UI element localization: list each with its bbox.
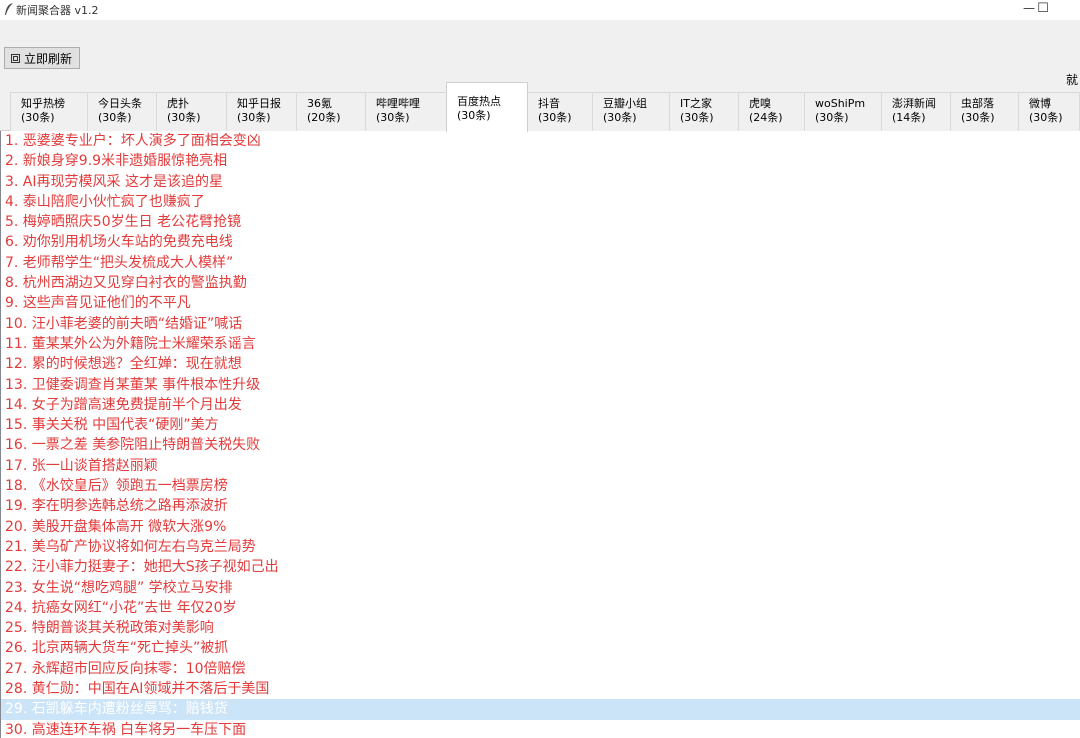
tab-count: (30条)	[167, 111, 201, 124]
refresh-button-label: 立即刷新	[24, 51, 73, 66]
tab-label: 36氪	[307, 97, 332, 110]
tab-count: (30条)	[21, 111, 55, 124]
list-item[interactable]: 3. AI再现劳模风采 这才是该追的星	[1, 172, 1080, 192]
tab-label: woShiPm	[815, 97, 866, 110]
tab-8[interactable]: 抖音 (30条)	[527, 92, 593, 131]
list-item[interactable]: 18. 《水饺皇后》领跑五一档票房榜	[1, 476, 1080, 496]
list-item[interactable]: 4. 泰山陪爬小伙忙疯了也赚疯了	[1, 192, 1080, 212]
list-item[interactable]: 24. 抗癌女网红“小花”去世 年仅20岁	[1, 598, 1080, 618]
tab-13[interactable]: 澎湃新闻 (14条)	[881, 92, 951, 131]
list-item[interactable]: 21. 美乌矿产协议将如何左右乌克兰局势	[1, 537, 1080, 557]
tab-count: (30条)	[457, 109, 491, 122]
list-item[interactable]: 26. 北京两辆大货车“死亡掉头”被抓	[1, 638, 1080, 658]
tab-label: 知乎热榜	[21, 97, 65, 110]
list-item[interactable]: 20. 美股开盘集体高开 微软大涨9%	[1, 517, 1080, 537]
list-item[interactable]: 12. 累的时候想逃？全红婵：现在就想	[1, 354, 1080, 374]
list-item[interactable]: 1. 恶婆婆专业户：坏人演多了面相会变凶	[1, 131, 1080, 151]
list-item[interactable]: 7. 老师帮学生“把头发梳成大人模样”	[1, 253, 1080, 273]
list-item[interactable]: 25. 特朗普谈其关税政策对美影响	[1, 618, 1080, 638]
tab-count: (20条)	[307, 111, 341, 124]
list-item[interactable]: 10. 汪小菲老婆的前夫晒“结婚证”喊话	[1, 314, 1080, 334]
list-item[interactable]: 8. 杭州西湖边又见穿白衬衣的警监执勤	[1, 273, 1080, 293]
tab-label: IT之家	[680, 97, 712, 110]
list-item[interactable]: 30. 高速连环车祸 白车将另一车压下面	[1, 720, 1080, 738]
list-item[interactable]: 23. 女生说“想吃鸡腿” 学校立马安排	[1, 578, 1080, 598]
tab-label: 知乎日报	[237, 97, 281, 110]
tab-label: 澎湃新闻	[892, 97, 936, 110]
toolbar: 立即刷新 就	[0, 20, 1080, 87]
tab-label: 豆瓣小组	[603, 97, 647, 110]
tab-count: (30条)	[376, 111, 410, 124]
tab-label: 虎扑	[167, 97, 189, 110]
tab-4[interactable]: 知乎日报 (30条)	[226, 92, 297, 131]
tab-count: (30条)	[98, 111, 132, 124]
tab-6[interactable]: 哔哩哔哩 (30条)	[365, 92, 447, 131]
maximize-button[interactable]: ☐	[1034, 0, 1052, 18]
list-item[interactable]: 9. 这些声音见证他们的不平凡	[1, 293, 1080, 313]
tab-count: (14条)	[892, 111, 926, 124]
tab-10[interactable]: IT之家 (30条)	[669, 92, 739, 131]
list-item[interactable]: 13. 卫健委调查肖某董某 事件根本性升级	[1, 375, 1080, 395]
tab-count: (30条)	[538, 111, 572, 124]
tab-3[interactable]: 虎扑 (30条)	[156, 92, 227, 131]
tab-7[interactable]: 百度热点 (30条)	[446, 82, 528, 132]
list-item[interactable]: 11. 董某某外公为外籍院士米耀荣系谣言	[1, 334, 1080, 354]
tab-5[interactable]: 36氪 (20条)	[296, 92, 366, 131]
tab-count: (30条)	[815, 111, 849, 124]
tab-count: (30条)	[680, 111, 714, 124]
headline-list[interactable]: 1. 恶婆婆专业户：坏人演多了面相会变凶 2. 新娘身穿9.9米非遗婚服惊艳亮相 3…	[0, 131, 1080, 738]
tab-count: (30条)	[603, 111, 637, 124]
list-item[interactable]: 22. 汪小菲力挺妻子：她把大S孩子视如己出	[1, 557, 1080, 577]
tab-11[interactable]: 虎嗅 (24条)	[738, 92, 805, 131]
tab-15[interactable]: 微博 (30条)	[1018, 92, 1080, 131]
tab-count: (24条)	[749, 111, 783, 124]
tab-count: (30条)	[237, 111, 271, 124]
tab-label: 微博	[1029, 97, 1051, 110]
window-title: 新闻聚合器 v1.2	[16, 4, 99, 17]
tab-label: 虎嗅	[749, 97, 771, 110]
list-item[interactable]: 29. 石凯躲车内遭粉丝辱骂：赔钱货	[1, 699, 1080, 720]
tab-label: 今日头条	[98, 97, 142, 110]
list-item[interactable]: 16. 一票之差 美参院阻止特朗普关税失败	[1, 435, 1080, 455]
tab-count: (30条)	[961, 111, 995, 124]
list-item[interactable]: 19. 李在明参选韩总统之路再添波折	[1, 496, 1080, 516]
refresh-icon	[11, 53, 20, 63]
tab-9[interactable]: 豆瓣小组 (30条)	[592, 92, 670, 131]
list-item[interactable]: 2. 新娘身穿9.9米非遗婚服惊艳亮相	[1, 151, 1080, 171]
tab-label: 虫部落	[961, 97, 994, 110]
list-item[interactable]: 27. 永辉超市回应反向抹零：10倍赔偿	[1, 659, 1080, 679]
refresh-button[interactable]: 立即刷新	[4, 47, 80, 69]
list-item[interactable]: 6. 劝你别用机场火车站的免费充电线	[1, 232, 1080, 252]
tab-2[interactable]: 今日头条 (30条)	[87, 92, 157, 131]
feather-icon	[5, 3, 13, 15]
source-tab-bar: 知乎热榜 (30条) 今日头条 (30条) 虎扑 (30条) 知乎日报 (30条) 36氪 (20…	[0, 80, 1080, 132]
tab-label: 哔哩哔哩	[376, 97, 420, 110]
list-item[interactable]: 5. 梅婷晒照庆50岁生日 老公花臂抢镜	[1, 212, 1080, 232]
title-bar: 新闻聚合器 v1.2 — ☐	[0, 0, 1080, 20]
list-item[interactable]: 15. 事关关税 中国代表“硬刚”美方	[1, 415, 1080, 435]
list-item[interactable]: 14. 女子为蹭高速免费提前半个月出发	[1, 395, 1080, 415]
tab-1[interactable]: 知乎热榜 (30条)	[10, 92, 88, 131]
tab-label: 抖音	[538, 97, 560, 110]
list-item[interactable]: 17. 张一山谈首搭赵丽颖	[1, 456, 1080, 476]
tab-12[interactable]: woShiPm (30条)	[804, 92, 882, 131]
list-item[interactable]: 28. 黄仁勋：中国在AI领域并不落后于美国	[1, 679, 1080, 699]
tab-count: (30条)	[1029, 111, 1063, 124]
tab-14[interactable]: 虫部落 (30条)	[950, 92, 1019, 131]
tab-label: 百度热点	[457, 95, 501, 108]
